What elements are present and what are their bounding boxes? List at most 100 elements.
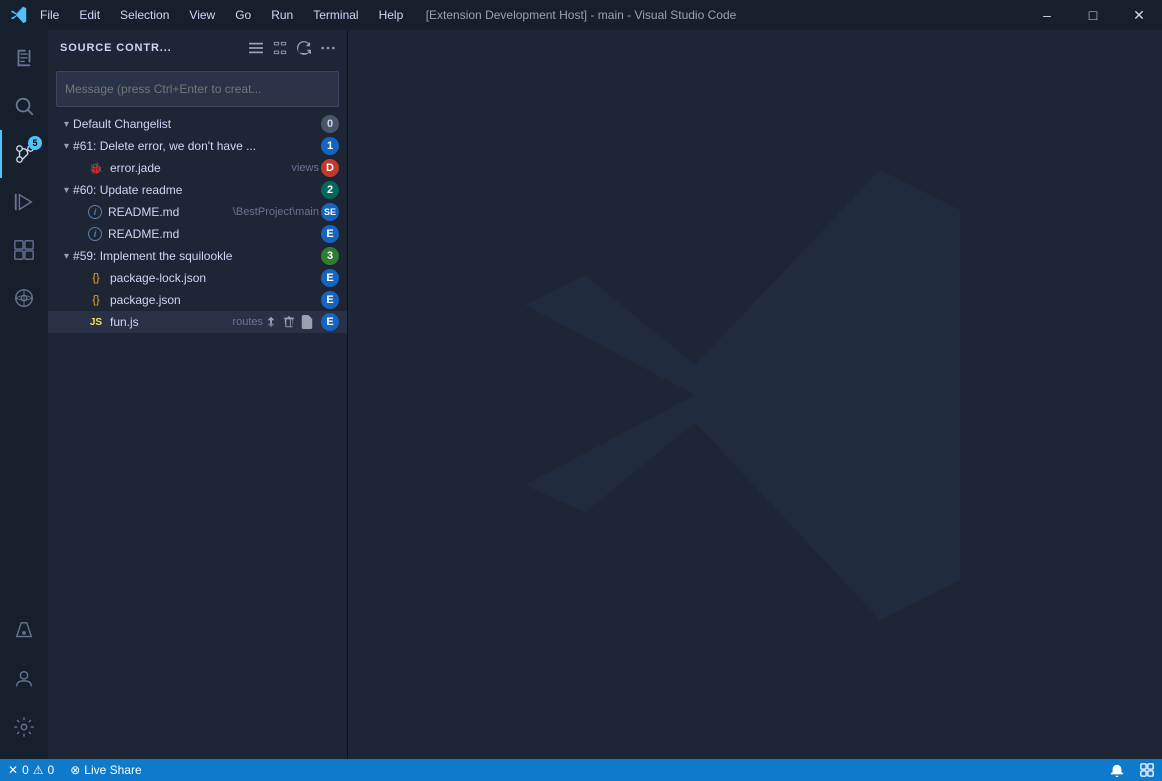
file-status-badge: E	[321, 313, 339, 331]
window-controls: – □ ✕	[1024, 0, 1162, 30]
group-badge: 0	[321, 115, 339, 133]
activity-extensions[interactable]	[0, 226, 48, 274]
activity-source-control[interactable]: 5	[0, 130, 48, 178]
file-status-badge: E	[321, 225, 339, 243]
activity-run[interactable]	[0, 178, 48, 226]
filename: README.md	[108, 227, 315, 241]
sidebar-header: SOURCE CONTR...	[48, 30, 347, 65]
statusbar-notifications[interactable]	[1102, 759, 1132, 781]
file-item-fun-js[interactable]: JS fun.js routes	[48, 311, 347, 333]
info-file-icon: i	[88, 205, 102, 219]
expand-all-icon[interactable]	[269, 37, 291, 59]
list-view-icon[interactable]	[245, 37, 267, 59]
vscode-watermark-logo	[505, 145, 1005, 645]
json-file-icon: {}	[88, 292, 104, 308]
error-icon: ✕	[8, 763, 18, 777]
group-name: #61: Delete error, we don't have ...	[73, 139, 321, 153]
sidebar: SOURCE CONTR...	[48, 30, 348, 759]
menu-run[interactable]: Run	[261, 0, 303, 30]
js-file-icon: JS	[88, 314, 104, 330]
filename: package-lock.json	[110, 271, 315, 285]
main-layout: 5	[0, 30, 1162, 759]
json-file-icon: {}	[88, 270, 104, 286]
warning-icon: ⚠	[33, 763, 44, 777]
activity-settings[interactable]	[0, 703, 48, 751]
discard-icon[interactable]	[281, 314, 297, 330]
live-share-label: Live Share	[84, 763, 141, 777]
sidebar-actions	[245, 37, 339, 59]
file-status-badge: SE	[321, 203, 339, 221]
file-item-package-lock[interactable]: {} package-lock.json E	[48, 267, 347, 289]
file-status-badge: E	[321, 291, 339, 309]
menu-file[interactable]: File	[30, 0, 69, 30]
menu-selection[interactable]: Selection	[110, 0, 179, 30]
error-count: 0	[22, 763, 29, 777]
filename: README.md	[108, 205, 229, 219]
activity-explorer[interactable]	[0, 34, 48, 82]
file-item-error-jade[interactable]: 🐞 error.jade views D	[48, 157, 347, 179]
statusbar-live-share[interactable]: ⊗ Live Share	[62, 759, 149, 781]
group-60[interactable]: ▾ #60: Update readme 2	[48, 179, 347, 201]
statusbar: ✕ 0 ⚠ 0 ⊗ Live Share	[0, 759, 1162, 781]
refresh-icon[interactable]	[293, 37, 315, 59]
statusbar-left: ✕ 0 ⚠ 0 ⊗ Live Share	[0, 759, 150, 781]
menu-go[interactable]: Go	[225, 0, 261, 30]
file-path: views	[291, 162, 319, 174]
titlebar-menu: File Edit Selection View Go Run Terminal…	[30, 0, 413, 30]
menu-help[interactable]: Help	[369, 0, 414, 30]
titlebar-left: File Edit Selection View Go Run Terminal…	[0, 0, 413, 30]
close-button[interactable]: ✕	[1116, 0, 1162, 30]
chevron-down-icon: ▾	[64, 185, 69, 196]
group-61[interactable]: ▾ #61: Delete error, we don't have ... 1	[48, 135, 347, 157]
sidebar-title: SOURCE CONTR...	[60, 42, 245, 54]
broadcast-icon: ⊗	[70, 763, 80, 777]
group-name: Default Changelist	[73, 117, 321, 131]
group-name: #59: Implement the squilookle	[73, 249, 321, 263]
more-actions-icon[interactable]	[317, 37, 339, 59]
group-badge: 1	[321, 137, 339, 155]
filename: package.json	[110, 293, 315, 307]
file-item-readme-bestproject[interactable]: i README.md \BestProject\main SE	[48, 201, 347, 223]
commit-message-input[interactable]	[56, 71, 339, 107]
activity-bottom	[0, 607, 48, 751]
menu-edit[interactable]: Edit	[69, 0, 110, 30]
chevron-down-icon: ▾	[64, 119, 69, 130]
file-actions	[263, 314, 315, 330]
minimize-button[interactable]: –	[1024, 0, 1070, 30]
titlebar: File Edit Selection View Go Run Terminal…	[0, 0, 1162, 30]
source-control-badge: 5	[28, 136, 42, 150]
statusbar-errors[interactable]: ✕ 0 ⚠ 0	[0, 759, 62, 781]
activity-test[interactable]	[0, 607, 48, 655]
file-path: routes	[232, 316, 263, 328]
file-tree: ▾ Default Changelist 0 ▾ #61: Delete err…	[48, 113, 347, 759]
menu-terminal[interactable]: Terminal	[303, 0, 368, 30]
activity-remote[interactable]	[0, 274, 48, 322]
commit-message-box	[48, 65, 347, 113]
vscode-logo	[8, 4, 30, 26]
maximize-button[interactable]: □	[1070, 0, 1116, 30]
filename: error.jade	[110, 161, 287, 175]
activity-search[interactable]	[0, 82, 48, 130]
window-title: [Extension Development Host] - main - Vi…	[426, 8, 737, 22]
menu-view[interactable]: View	[179, 0, 225, 30]
chevron-down-icon: ▾	[64, 141, 69, 152]
group-default-changelist[interactable]: ▾ Default Changelist 0	[48, 113, 347, 135]
group-59[interactable]: ▾ #59: Implement the squilookle 3	[48, 245, 347, 267]
file-item-package-json[interactable]: {} package.json E	[48, 289, 347, 311]
filename: fun.js	[110, 315, 228, 329]
file-status-badge: D	[321, 159, 339, 177]
warning-count: 0	[48, 763, 55, 777]
group-badge: 2	[321, 181, 339, 199]
group-name: #60: Update readme	[73, 183, 321, 197]
open-file-icon[interactable]	[299, 314, 315, 330]
activity-accounts[interactable]	[0, 655, 48, 703]
statusbar-layout[interactable]	[1132, 759, 1162, 781]
statusbar-right	[1102, 759, 1162, 781]
file-item-readme-root[interactable]: i README.md E	[48, 223, 347, 245]
file-path: \BestProject\main	[233, 206, 319, 218]
chevron-down-icon: ▾	[64, 251, 69, 262]
activity-bar: 5	[0, 30, 48, 759]
group-badge: 3	[321, 247, 339, 265]
open-changes-icon[interactable]	[263, 314, 279, 330]
info-file-icon: i	[88, 227, 102, 241]
